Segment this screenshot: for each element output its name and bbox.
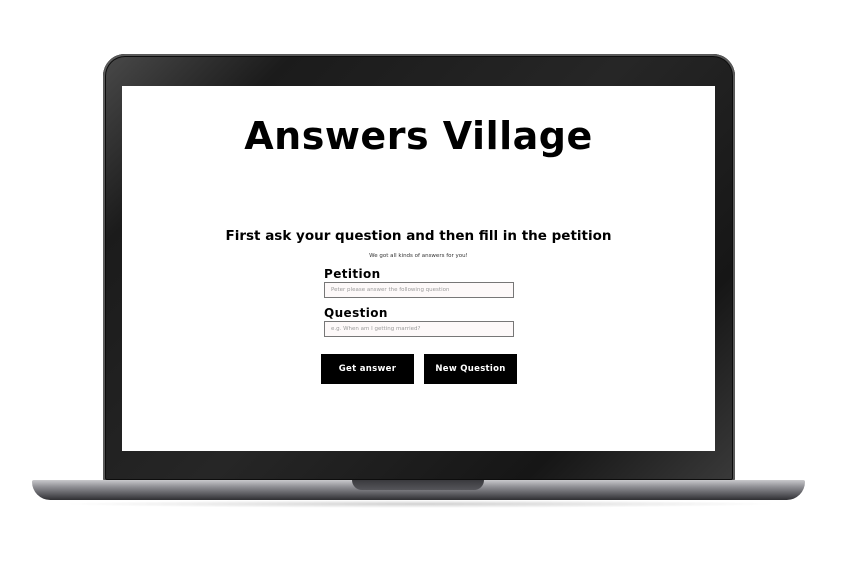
- petition-input[interactable]: [324, 282, 514, 298]
- new-question-button[interactable]: New Question: [424, 354, 517, 384]
- laptop-notch: [352, 480, 484, 490]
- laptop-screen: Answers Village First ask your question …: [122, 86, 715, 451]
- laptop-shadow: [60, 500, 780, 508]
- device-mockup: Answers Village First ask your question …: [0, 0, 850, 575]
- petition-label: Petition: [324, 267, 381, 281]
- question-label: Question: [324, 306, 388, 320]
- tagline: We got all kinds of answers for you!: [369, 253, 468, 259]
- app-title: Answers Village: [244, 114, 593, 158]
- question-input[interactable]: [324, 321, 514, 337]
- page-subtitle: First ask your question and then fill in…: [225, 228, 612, 244]
- get-answer-button[interactable]: Get answer: [321, 354, 414, 384]
